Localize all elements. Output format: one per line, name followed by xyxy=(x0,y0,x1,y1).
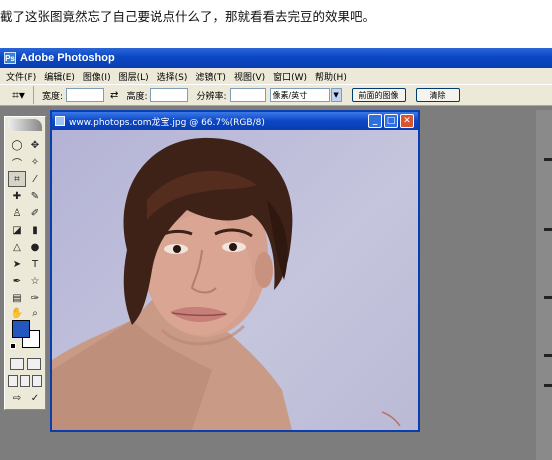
standard-mode-button[interactable] xyxy=(10,358,24,370)
document-window: www.photops.com龙宝.jpg @ 66.7%(RGB/8) _ □… xyxy=(50,110,420,432)
clone-stamp-icon[interactable]: ♙ xyxy=(8,205,26,221)
feather-logo-icon xyxy=(8,119,42,131)
width-field[interactable] xyxy=(66,88,105,102)
app-titlebar: Ps Adobe Photoshop xyxy=(0,48,552,68)
crop-tool-preset-icon[interactable]: ⌗▾ xyxy=(4,86,34,104)
healing-brush-icon[interactable]: ✚ xyxy=(8,188,26,204)
chevron-down-icon[interactable]: ▼ xyxy=(330,88,342,102)
palette-marker xyxy=(544,228,552,231)
magic-wand-tool-icon[interactable]: ✧ xyxy=(26,154,44,170)
screen-mode-menubar-button[interactable] xyxy=(20,375,30,387)
width-label: 宽度: xyxy=(42,91,64,102)
portrait-photo xyxy=(52,137,401,430)
clear-button[interactable]: 清除 xyxy=(415,88,460,102)
app-title: Adobe Photoshop xyxy=(20,52,115,64)
document-canvas[interactable] xyxy=(52,130,418,430)
height-field[interactable] xyxy=(150,88,189,102)
eraser-tool-icon[interactable]: ◪ xyxy=(8,222,26,238)
front-image-button[interactable]: 前面的图像 xyxy=(351,88,406,102)
menu-select[interactable]: 选择(S) xyxy=(157,70,188,83)
gradient-tool-icon[interactable]: ▮ xyxy=(26,222,44,238)
imageready-jump-icon[interactable]: ⇨ xyxy=(8,390,26,406)
crop-tool-icon[interactable]: ⌗ xyxy=(8,171,26,187)
menu-window[interactable]: 窗口(W) xyxy=(273,70,307,83)
path-selection-icon[interactable]: ➤ xyxy=(8,256,26,272)
eyedropper-tool-icon[interactable]: ✑ xyxy=(26,290,44,306)
notes-tool-icon[interactable]: ▤ xyxy=(8,290,26,306)
document-icon xyxy=(55,116,65,126)
pen-tool-icon[interactable]: ✒ xyxy=(8,273,26,289)
minimize-button[interactable]: _ xyxy=(368,114,382,128)
toolbox: ◯ ✥ ⌒ ✧ ⌗ ⁄ ✚ ✎ ♙ ✐ ◪ ▮ △ ● ➤ T ✒ ☆ ▤ ✑ … xyxy=(4,116,46,410)
screen-mode-standard-button[interactable] xyxy=(8,375,18,387)
resolution-field[interactable] xyxy=(229,88,266,102)
blur-tool-icon[interactable]: △ xyxy=(8,239,26,255)
dodge-tool-icon[interactable]: ● xyxy=(26,239,44,255)
lasso-tool-icon[interactable]: ⌒ xyxy=(8,154,26,170)
close-button[interactable]: ✕ xyxy=(400,114,414,128)
resolution-label: 分辨率: xyxy=(196,91,227,102)
maximize-button[interactable]: □ xyxy=(384,114,398,128)
foreground-color-swatch[interactable] xyxy=(12,320,30,338)
menu-view[interactable]: 视图(V) xyxy=(234,70,265,83)
zoom-tool-icon[interactable]: ⌕ xyxy=(26,305,44,321)
type-tool-icon[interactable]: T xyxy=(26,256,44,272)
palette-marker xyxy=(544,384,552,387)
document-title: www.photops.com龙宝.jpg @ 66.7%(RGB/8) xyxy=(69,117,265,128)
height-label: 高度: xyxy=(126,91,148,102)
shape-tool-icon[interactable]: ☆ xyxy=(26,273,44,289)
article-caption: 截了这张图竟然忘了自己要说点什么了，那就看看去完豆的效果吧。 xyxy=(0,9,376,24)
slice-tool-icon[interactable]: ⁄ xyxy=(26,171,44,187)
swap-dimensions-icon[interactable]: ⇄ xyxy=(110,90,118,101)
quick-mask-mode-button[interactable] xyxy=(27,358,41,370)
move-tool-icon[interactable]: ✥ xyxy=(26,137,44,153)
options-bar: ⌗▾ 宽度: ⇄ 高度: 分辨率: 像素/英寸 ▼ 前面的图像 清除 xyxy=(0,84,552,106)
photoshop-window: Ps Adobe Photoshop 文件(F) 编辑(E) 图像(I) 图层(… xyxy=(0,48,552,460)
palette-marker xyxy=(544,158,552,161)
menu-bar: 文件(F) 编辑(E) 图像(I) 图层(L) 选择(S) 滤镜(T) 视图(V… xyxy=(0,68,552,84)
brush-tool-icon[interactable]: ✎ xyxy=(26,188,44,204)
menu-file[interactable]: 文件(F) xyxy=(6,70,36,83)
marquee-tool-icon[interactable]: ◯ xyxy=(8,137,26,153)
menu-edit[interactable]: 编辑(E) xyxy=(44,70,75,83)
checkmark-icon[interactable]: ✓ xyxy=(26,390,44,406)
photoshop-app-icon: Ps xyxy=(4,52,16,64)
menu-help[interactable]: 帮助(H) xyxy=(315,70,347,83)
palette-well-strip xyxy=(536,110,552,460)
default-colors-icon[interactable] xyxy=(10,343,16,349)
menu-layer[interactable]: 图层(L) xyxy=(119,70,149,83)
palette-marker xyxy=(544,296,552,299)
hand-tool-icon[interactable]: ✋ xyxy=(8,305,26,321)
document-titlebar: www.photops.com龙宝.jpg @ 66.7%(RGB/8) xyxy=(52,112,418,130)
palette-marker xyxy=(544,354,552,357)
resolution-units-select[interactable]: 像素/英寸 xyxy=(269,88,330,102)
screen-mode-full-button[interactable] xyxy=(32,375,42,387)
menu-filter[interactable]: 滤镜(T) xyxy=(195,70,226,83)
menu-image[interactable]: 图像(I) xyxy=(83,70,111,83)
history-brush-icon[interactable]: ✐ xyxy=(26,205,44,221)
